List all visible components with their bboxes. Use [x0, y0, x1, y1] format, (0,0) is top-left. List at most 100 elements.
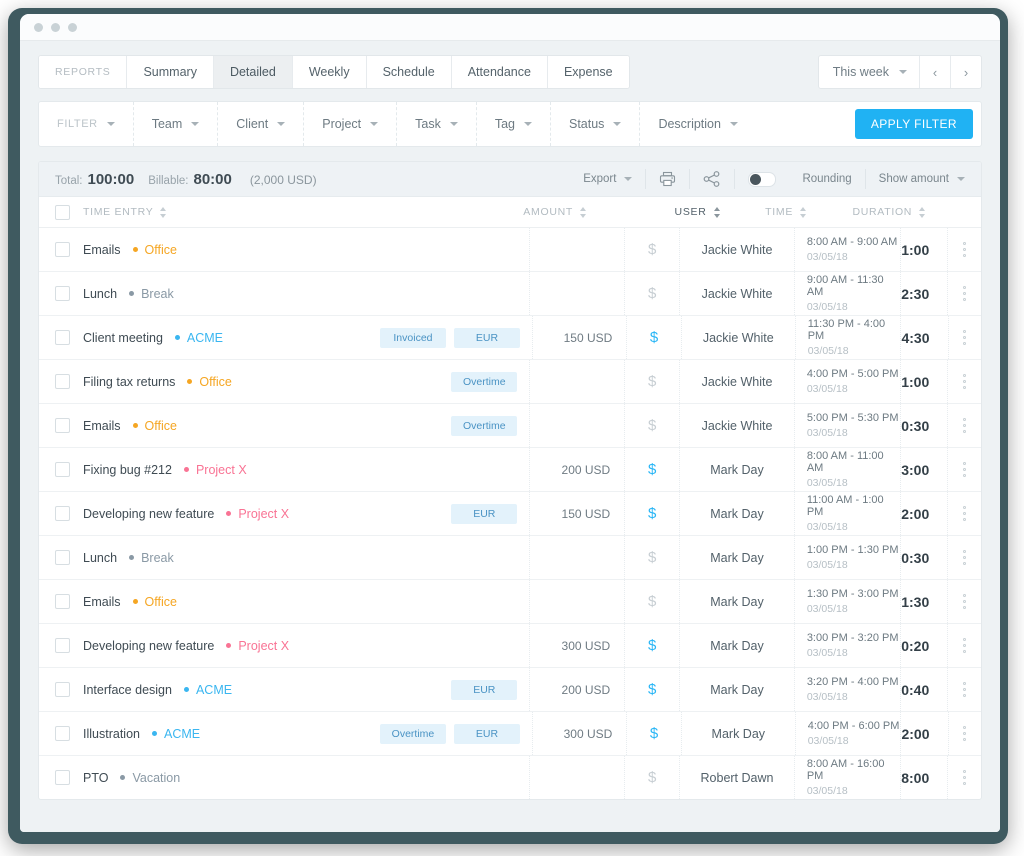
table-row[interactable]: Lunch Break $ Mark Day 1:00 PM - 1:30 PM…	[39, 536, 981, 580]
filter-status[interactable]: Status	[551, 102, 641, 146]
filter-project[interactable]: Project	[304, 102, 398, 146]
row-billable-cell[interactable]: $	[624, 492, 679, 535]
row-menu-cell[interactable]	[947, 536, 981, 579]
row-checkbox[interactable]	[55, 770, 70, 785]
row-project[interactable]: Office	[132, 243, 177, 257]
billable-dollar-icon[interactable]: $	[648, 549, 656, 566]
table-row[interactable]: Fixing bug #212 Project X 200 USD $ Mark…	[39, 448, 981, 492]
col-time[interactable]: TIME	[751, 197, 852, 227]
table-row[interactable]: Client meeting ACME Invoiced EUR 150 USD …	[39, 316, 981, 360]
row-project[interactable]: Office	[132, 595, 177, 609]
table-row[interactable]: Lunch Break $ Jackie White 9:00 AM - 11:…	[39, 272, 981, 316]
row-checkbox[interactable]	[55, 286, 70, 301]
row-entry-name[interactable]: Filing tax returns	[83, 375, 175, 389]
tab-summary[interactable]: Summary	[127, 56, 214, 88]
tab-schedule[interactable]: Schedule	[366, 56, 452, 88]
apply-filter-button[interactable]: APPLY FILTER	[854, 109, 973, 139]
tab-detailed[interactable]: Detailed	[213, 56, 293, 88]
window-maximize-dot[interactable]	[68, 22, 77, 32]
filter-tag[interactable]: Tag	[477, 102, 551, 146]
row-project[interactable]: Project X	[226, 639, 289, 653]
row-billable-cell[interactable]: $	[624, 228, 679, 271]
row-menu-icon[interactable]	[963, 285, 967, 303]
row-menu-cell[interactable]	[947, 316, 982, 359]
row-menu-cell[interactable]	[947, 404, 981, 447]
row-checkbox[interactable]	[55, 594, 70, 609]
sort-icon-amount[interactable]	[580, 206, 587, 218]
badge-invoiced[interactable]: Invoiced	[379, 327, 446, 348]
billable-dollar-icon[interactable]: $	[648, 681, 656, 698]
row-billable-cell[interactable]: $	[624, 580, 679, 623]
row-project[interactable]: Break	[129, 287, 174, 301]
col-amount[interactable]: AMOUNT	[503, 197, 593, 227]
table-row[interactable]: Filing tax returns Office Overtime $ Jac…	[39, 360, 981, 404]
sort-icon-user[interactable]	[713, 206, 721, 218]
select-all-checkbox[interactable]	[55, 204, 70, 220]
row-menu-icon[interactable]	[963, 725, 967, 743]
row-menu-icon[interactable]	[963, 417, 967, 435]
row-menu-icon[interactable]	[963, 329, 967, 347]
col-duration[interactable]: DURATION	[852, 197, 950, 227]
badge-overtime[interactable]: Overtime	[379, 723, 446, 744]
export-dropdown[interactable]: Export	[570, 169, 647, 189]
billable-dollar-icon[interactable]: $	[648, 373, 656, 390]
row-menu-icon[interactable]	[963, 505, 967, 523]
filter-team[interactable]: Team	[134, 102, 219, 146]
row-menu-cell[interactable]	[947, 624, 981, 667]
row-entry-name[interactable]: Illustration	[83, 727, 140, 741]
table-row[interactable]: Interface design ACME EUR 200 USD $ Mark…	[39, 668, 981, 712]
table-row[interactable]: Developing new feature Project X 300 USD…	[39, 624, 981, 668]
badge-eur[interactable]: EUR	[453, 723, 520, 744]
billable-dollar-icon[interactable]: $	[648, 417, 656, 434]
billable-dollar-icon[interactable]: $	[648, 461, 656, 478]
table-row[interactable]: Developing new feature Project X EUR 150…	[39, 492, 981, 536]
row-menu-icon[interactable]	[963, 769, 967, 787]
row-billable-cell[interactable]: $	[624, 668, 679, 711]
row-menu-cell[interactable]	[947, 272, 981, 315]
print-button[interactable]	[646, 169, 691, 189]
row-project[interactable]: Office	[187, 375, 232, 389]
sort-icon-duration[interactable]	[919, 206, 926, 218]
row-menu-icon[interactable]	[963, 373, 967, 391]
badge-overtime[interactable]: Overtime	[451, 371, 518, 392]
row-menu-icon[interactable]	[963, 681, 967, 699]
row-menu-cell[interactable]	[947, 492, 981, 535]
row-project[interactable]: ACME	[174, 331, 223, 345]
date-range-next-button[interactable]: ›	[951, 56, 981, 88]
tab-attendance[interactable]: Attendance	[451, 56, 548, 88]
row-billable-cell[interactable]: $	[624, 448, 679, 491]
row-entry-name[interactable]: Lunch	[83, 287, 117, 301]
row-menu-cell[interactable]	[947, 448, 981, 491]
row-entry-name[interactable]: Fixing bug #212	[83, 463, 172, 477]
col-user[interactable]: USER	[644, 197, 751, 227]
row-checkbox[interactable]	[55, 374, 70, 389]
row-billable-cell[interactable]: $	[624, 756, 679, 799]
show-amount-dropdown[interactable]: Show amount	[866, 169, 967, 189]
row-checkbox[interactable]	[55, 506, 70, 521]
row-checkbox[interactable]	[55, 418, 70, 433]
row-menu-cell[interactable]	[947, 580, 981, 623]
rounding-toggle[interactable]	[748, 171, 777, 187]
row-checkbox[interactable]	[55, 330, 70, 345]
row-menu-icon[interactable]	[963, 461, 967, 479]
row-checkbox[interactable]	[55, 550, 70, 565]
table-row[interactable]: PTO Vacation $ Robert Dawn 8:00 AM - 16:…	[39, 756, 981, 799]
row-billable-cell[interactable]: $	[624, 272, 679, 315]
badge-eur[interactable]: EUR	[453, 327, 520, 348]
billable-dollar-icon[interactable]: $	[648, 241, 656, 258]
row-entry-name[interactable]: Client meeting	[83, 331, 163, 345]
row-billable-cell[interactable]: $	[624, 360, 679, 403]
row-menu-icon[interactable]	[963, 637, 967, 655]
col-time-entry[interactable]: TIME ENTRY	[39, 204, 368, 220]
row-checkbox[interactable]	[55, 462, 70, 477]
row-menu-cell[interactable]	[947, 712, 982, 755]
filter-description[interactable]: Description	[640, 102, 854, 146]
filter-client[interactable]: Client	[218, 102, 305, 146]
row-billable-cell[interactable]: $	[624, 536, 679, 579]
table-row[interactable]: Emails Office Overtime $ Jackie White 5:…	[39, 404, 981, 448]
row-project[interactable]: ACME	[151, 727, 200, 741]
table-row[interactable]: Emails Office $ Jackie White 8:00 AM - 9…	[39, 228, 981, 272]
date-range-select[interactable]: This week	[819, 56, 920, 88]
tab-expense[interactable]: Expense	[547, 56, 629, 88]
row-entry-name[interactable]: Emails	[83, 243, 121, 257]
